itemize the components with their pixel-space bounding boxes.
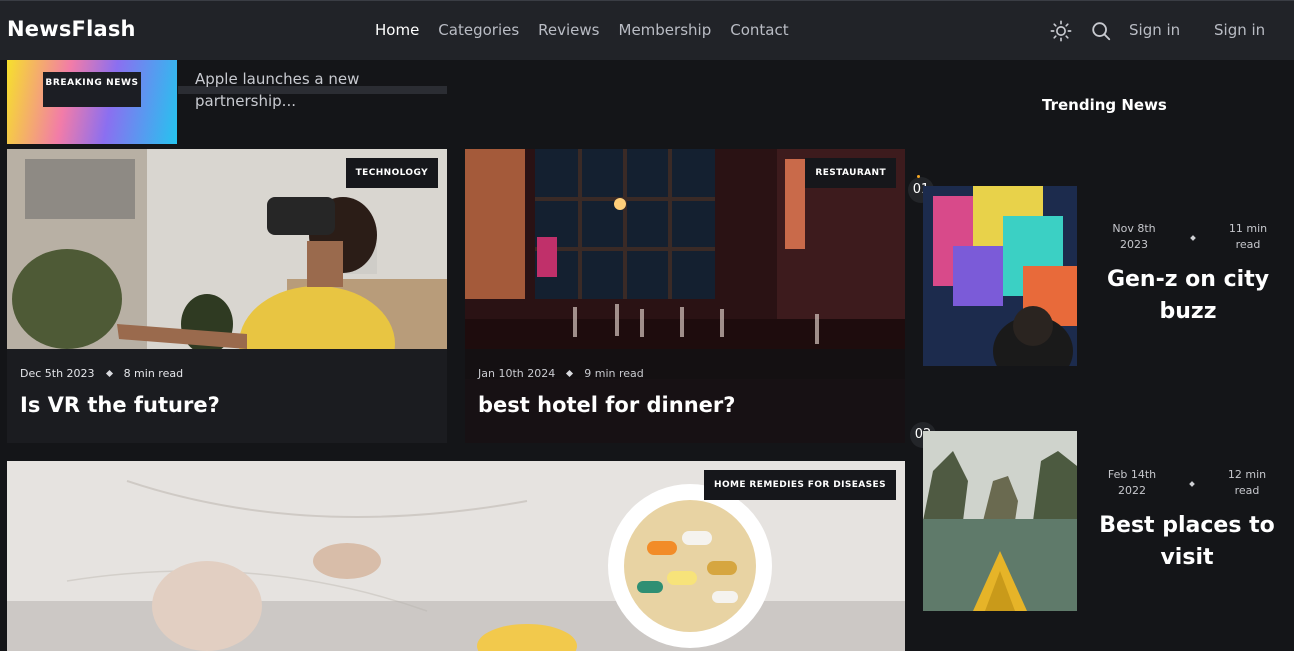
trend-date: Nov 8th 2023 <box>1112 222 1156 251</box>
article-card-vr[interactable]: TECHNOLOGY Dec 5th 2023 8 min read Is VR… <box>7 149 447 443</box>
article-read-time: 8 min read <box>123 367 184 380</box>
article-meta: Jan 10th 2024 9 min read <box>478 367 644 380</box>
search-icon[interactable] <box>1090 20 1112 42</box>
article-date: Dec 5th 2023 <box>20 367 95 380</box>
sun-icon[interactable] <box>1050 20 1072 42</box>
city-buzz-image <box>923 186 1077 366</box>
article-title[interactable]: best hotel for dinner? <box>478 393 735 417</box>
main-nav: Home Categories Reviews Membership Conta… <box>375 21 789 39</box>
separator-dot <box>566 369 574 378</box>
sign-in-link-2[interactable]: Sign in <box>1214 21 1265 39</box>
sign-in-link[interactable]: Sign in <box>1129 21 1180 39</box>
article-read-time: 9 min read <box>584 367 644 380</box>
nav-membership[interactable]: Membership <box>619 21 712 39</box>
nav-home[interactable]: Home <box>375 21 419 39</box>
trend-title[interactable]: Best places to visit <box>1092 510 1282 574</box>
article-card-restaurant[interactable]: RESTAURANT Jan 10th 2024 9 min read best… <box>465 149 905 443</box>
nav-categories[interactable]: Categories <box>438 21 519 39</box>
category-badge[interactable]: RESTAURANT <box>805 158 896 188</box>
trend-read-time: 12 min read <box>1227 468 1267 497</box>
article-date: Jan 10th 2024 <box>478 367 556 380</box>
separator-dot <box>1190 235 1196 241</box>
places-image <box>923 431 1077 611</box>
accent-dot <box>917 175 920 178</box>
article-title[interactable]: Is VR the future? <box>20 393 220 417</box>
category-badge[interactable]: HOME REMEDIES FOR DISEASES <box>704 470 896 500</box>
site-logo[interactable]: NewsFlash <box>7 17 136 41</box>
trend-title[interactable]: Gen-z on city buzz <box>1093 264 1283 328</box>
trend-image-places[interactable] <box>923 431 1077 611</box>
breaking-headline[interactable]: Apple launches a new partnership... <box>195 68 435 112</box>
article-meta: Dec 5th 2023 8 min read <box>20 367 183 380</box>
trend-read-time: 11 min read <box>1228 222 1268 251</box>
trend-image-city[interactable] <box>923 186 1077 366</box>
breaking-news-label: BREAKING NEWS <box>43 72 141 107</box>
separator-dot <box>1189 481 1195 487</box>
article-card-remedies[interactable]: HOME REMEDIES FOR DISEASES <box>7 461 905 651</box>
trending-title: Trending News <box>1042 96 1167 114</box>
category-badge[interactable]: TECHNOLOGY <box>345 158 438 188</box>
nav-contact[interactable]: Contact <box>730 21 788 39</box>
separator-dot <box>105 369 113 378</box>
trend-date: Feb 14th 2022 <box>1107 468 1157 497</box>
nav-reviews[interactable]: Reviews <box>538 21 599 39</box>
breaking-news-banner: BREAKING NEWS <box>7 60 177 144</box>
top-navbar: NewsFlash Home Categories Reviews Member… <box>0 0 1294 60</box>
